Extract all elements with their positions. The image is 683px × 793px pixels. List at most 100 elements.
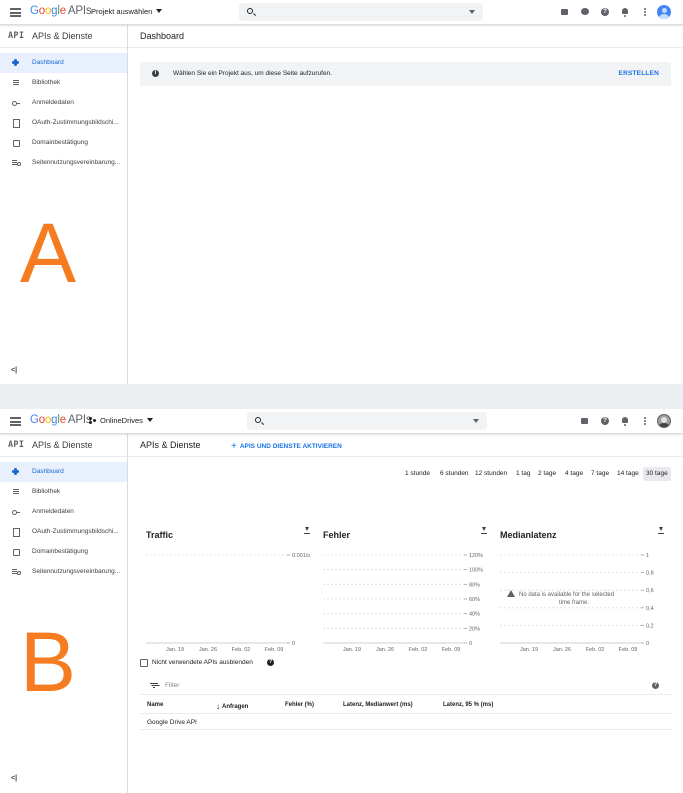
hamburger-menu-icon[interactable]: [10, 417, 21, 426]
page-title: Dashboard: [140, 31, 185, 41]
sidebar-item-label: Seitennutzungsvereinbarung...: [32, 568, 121, 575]
panel-letter-a: A: [20, 206, 77, 300]
sidebar-item-dashboard[interactable]: Dashboard: [0, 462, 127, 482]
collapse-sidebar-icon[interactable]: <|: [11, 775, 17, 782]
sidebar-item-label: Anmeldedaten: [32, 508, 74, 515]
time-range-option[interactable]: 14 tage: [617, 467, 639, 481]
notifications-icon[interactable]: [620, 6, 630, 18]
y-tick-label: 40%: [469, 612, 480, 618]
y-tick-label: 100%: [469, 568, 483, 574]
site-terms-icon: [12, 568, 21, 576]
domain-icon: [12, 139, 20, 147]
project-selector[interactable]: OnlineDrives: [89, 416, 153, 425]
help-icon[interactable]: ?: [652, 682, 659, 689]
search-bar[interactable]: [247, 412, 487, 430]
filter-input[interactable]: Filter: [165, 682, 179, 689]
project-selector-label: OnlineDrives: [100, 416, 143, 425]
sidebar: API APIs & Dienste Dashboard Bibliothek …: [0, 25, 128, 384]
sidebar-item-credentials[interactable]: Anmeldedaten: [0, 93, 127, 113]
gift-icon[interactable]: [580, 415, 590, 427]
sidebar: API APIs & Dienste Dashboard Bibliothek …: [0, 434, 128, 793]
chat-icon[interactable]: [580, 6, 590, 18]
filter-icon: [150, 683, 158, 689]
sidebar-item-library[interactable]: Bibliothek: [0, 482, 127, 502]
sidebar-item-label: Bibliothek: [32, 488, 61, 495]
gift-icon[interactable]: [560, 6, 570, 18]
sidebar-item-site-terms[interactable]: Seitennutzungsvereinbarung...: [0, 562, 127, 582]
sidebar-item-label: Seitennutzungsvereinbarung...: [32, 159, 121, 166]
project-icon: [89, 417, 97, 424]
sidebar-item-label: Dashboard: [32, 468, 64, 475]
google-apis-logo[interactable]: Google APIs: [30, 414, 92, 426]
key-icon: [12, 99, 20, 107]
x-tick-label: Jan. 26: [199, 647, 217, 653]
time-range-option[interactable]: 1 stunde: [405, 467, 430, 481]
time-range-option[interactable]: 4 tage: [565, 467, 583, 481]
library-icon: [12, 488, 20, 496]
hide-unused-apis-label[interactable]: Nicht verwendete APIs ausblenden: [152, 659, 253, 666]
collapse-sidebar-icon[interactable]: <|: [11, 367, 17, 374]
column-header-name[interactable]: Name: [147, 702, 163, 708]
sidebar-item-domain[interactable]: Domainbestätigung: [0, 542, 127, 562]
x-tick-label: Jan. 26: [376, 647, 394, 653]
help-icon[interactable]: ?: [267, 659, 274, 666]
help-icon[interactable]: [600, 415, 610, 427]
search-dropdown-icon[interactable]: [469, 10, 475, 14]
sidebar-item-label: Anmeldedaten: [32, 99, 74, 106]
top-bar: Google APIs OnlineDrives: [0, 409, 683, 434]
google-wordmark: Google: [30, 414, 66, 426]
enable-apis-button[interactable]: + APIS UND DIENSTE AKTIVIEREN: [231, 441, 342, 452]
google-wordmark: Google: [30, 5, 66, 17]
time-range-option-selected[interactable]: 30 tage: [643, 467, 671, 481]
hide-unused-apis-checkbox[interactable]: [140, 659, 148, 667]
time-range-option[interactable]: 7 tage: [591, 467, 609, 481]
x-tick-label: Feb. 09: [265, 647, 284, 653]
account-avatar[interactable]: [657, 5, 671, 19]
time-range-option[interactable]: 1 tag: [516, 467, 530, 481]
y-tick-label: 20%: [469, 626, 480, 632]
download-icon[interactable]: [657, 527, 665, 535]
filter-bar[interactable]: Filter ?: [140, 677, 671, 695]
sidebar-item-oauth[interactable]: OAuth-Zustimmungsbildschi...: [0, 522, 127, 542]
chart-title: Fehler: [323, 530, 351, 540]
search-dropdown-icon[interactable]: [473, 419, 479, 423]
sidebar-item-oauth[interactable]: OAuth-Zustimmungsbildschi...: [0, 113, 127, 133]
more-vert-icon[interactable]: [640, 6, 650, 18]
sidebar-item-label: Dashboard: [32, 59, 64, 66]
account-avatar[interactable]: [657, 414, 671, 428]
project-selector-label: Projekt auswählen: [91, 7, 153, 16]
column-header-median-latency[interactable]: Latenz, Medianwert (ms): [343, 702, 413, 708]
median-latency-chart: 1 0,8 0,6 0,4 0,2 0 Jan. 19 Jan. 26 Feb. 02 Feb. …: [500, 553, 654, 653]
search-icon: [255, 417, 261, 423]
sort-arrow-down-icon: ↓: [216, 702, 220, 711]
time-range-selector: 1 stunde 6 stunden 12 stunden 1 tag 2 ta…: [400, 467, 671, 481]
x-tick-label: Feb. 09: [619, 647, 638, 653]
column-header-latency-95[interactable]: Latenz, 95 % (ms): [443, 702, 493, 708]
download-icon[interactable]: [303, 527, 311, 535]
median-latency-chart-card: Medianlatenz 1 0,8 0,6 0,4 0,2 0 Jan. 19 Jan. 2…: [499, 519, 669, 669]
project-selector[interactable]: Projekt auswählen: [91, 7, 163, 16]
sidebar-item-dashboard[interactable]: Dashboard: [0, 53, 127, 73]
time-range-option[interactable]: 6 stunden: [440, 467, 469, 481]
sidebar-item-credentials[interactable]: Anmeldedaten: [0, 502, 127, 522]
time-range-option[interactable]: 2 tage: [538, 467, 556, 481]
more-vert-icon[interactable]: [640, 415, 650, 427]
site-terms-icon: [12, 159, 21, 167]
google-apis-logo[interactable]: Google APIs: [30, 5, 92, 17]
sidebar-item-domain[interactable]: Domainbestätigung: [0, 133, 127, 153]
help-icon[interactable]: [600, 6, 610, 18]
top-bar: Google APIs Projekt auswählen: [0, 0, 683, 25]
notifications-icon[interactable]: [620, 415, 630, 427]
column-header-errors[interactable]: Fehler (%): [285, 702, 314, 708]
api-name-cell[interactable]: Google Drive API: [147, 719, 197, 726]
hamburger-menu-icon[interactable]: [10, 8, 21, 17]
sidebar-item-library[interactable]: Bibliothek: [0, 73, 127, 93]
table-row[interactable]: Google Drive API: [140, 714, 671, 730]
sidebar-item-site-terms[interactable]: Seitennutzungsvereinbarung...: [0, 153, 127, 173]
column-header-requests[interactable]: ↓ Anfragen: [216, 702, 248, 711]
warning-icon: [507, 590, 515, 597]
create-button[interactable]: ERSTELLEN: [619, 70, 659, 77]
search-bar[interactable]: [239, 3, 483, 21]
download-icon[interactable]: [480, 527, 488, 535]
time-range-option[interactable]: 12 stunden: [475, 467, 507, 481]
